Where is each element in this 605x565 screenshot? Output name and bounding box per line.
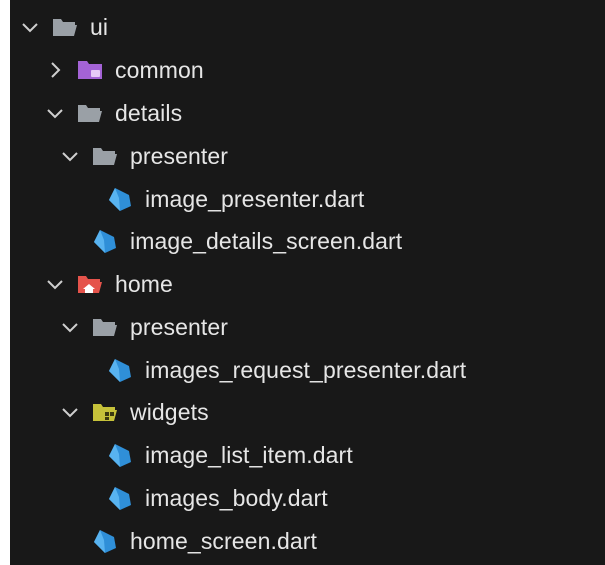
tree-item-label: details bbox=[115, 99, 183, 126]
tree-item-ui[interactable]: ui bbox=[10, 6, 605, 48]
tree-item-presenter[interactable]: presenter bbox=[10, 306, 605, 348]
chevron-down-icon[interactable] bbox=[45, 274, 65, 294]
tree-item-label: presenter bbox=[130, 142, 229, 169]
tree-item-presenter[interactable]: presenter bbox=[10, 135, 605, 177]
folder-home-icon bbox=[75, 271, 105, 297]
tree-item-label: images_request_presenter.dart bbox=[145, 356, 467, 383]
tree-item-home-screen-dart[interactable]: home_screen.dart bbox=[10, 520, 605, 562]
chevron-down-icon[interactable] bbox=[60, 317, 80, 337]
tree-item-label: home_screen.dart bbox=[130, 527, 317, 554]
tree-item-widgets[interactable]: widgets bbox=[10, 391, 605, 433]
dart-file-icon bbox=[105, 186, 135, 212]
chevron-down-icon[interactable] bbox=[45, 103, 65, 123]
dart-file-icon bbox=[105, 357, 135, 383]
tree-item-label: home bbox=[115, 270, 173, 297]
dart-file-icon bbox=[105, 485, 135, 511]
chevron-down-icon[interactable] bbox=[60, 146, 80, 166]
file-explorer-tree: ui common details presenter image_presen… bbox=[10, 0, 605, 565]
tree-item-label: images_body.dart bbox=[145, 484, 328, 511]
tree-item-label: image_details_screen.dart bbox=[130, 227, 403, 254]
folder-open-icon bbox=[50, 14, 80, 40]
tree-item-label: widgets bbox=[130, 398, 209, 425]
folder-open-icon bbox=[75, 100, 105, 126]
tree-item-images-body-dart[interactable]: images_body.dart bbox=[10, 477, 605, 519]
tree-item-images-request-presenter-dart[interactable]: images_request_presenter.dart bbox=[10, 349, 605, 391]
folder-open-icon bbox=[90, 314, 120, 340]
tree-item-label: image_presenter.dart bbox=[145, 185, 365, 212]
tree-item-image-details-screen-dart[interactable]: image_details_screen.dart bbox=[10, 220, 605, 262]
tree-item-image-list-item-dart[interactable]: image_list_item.dart bbox=[10, 434, 605, 476]
chevron-down-icon[interactable] bbox=[60, 402, 80, 422]
tree-item-image-presenter-dart[interactable]: image_presenter.dart bbox=[10, 178, 605, 220]
dart-file-icon bbox=[90, 528, 120, 554]
tree-item-label: common bbox=[115, 56, 204, 83]
tree-item-common[interactable]: common bbox=[10, 49, 605, 91]
tree-item-label: ui bbox=[90, 13, 109, 40]
dart-file-icon bbox=[105, 442, 135, 468]
chevron-down-icon[interactable] bbox=[20, 17, 40, 37]
tree-item-label: image_list_item.dart bbox=[145, 441, 353, 468]
chevron-right-icon[interactable] bbox=[45, 60, 65, 80]
folder-common-icon bbox=[75, 57, 105, 83]
folder-open-icon bbox=[90, 143, 120, 169]
tree-item-details[interactable]: details bbox=[10, 92, 605, 134]
folder-widgets-icon bbox=[90, 399, 120, 425]
tree-item-label: presenter bbox=[130, 313, 229, 340]
dart-file-icon bbox=[90, 228, 120, 254]
tree-item-home[interactable]: home bbox=[10, 263, 605, 305]
